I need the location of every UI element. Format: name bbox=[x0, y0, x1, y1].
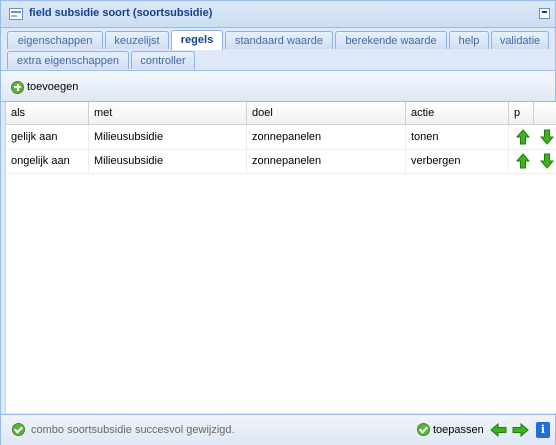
cell-als: ongelijk aan bbox=[6, 149, 89, 173]
tab-eigenschappen[interactable]: eigenschappen bbox=[7, 31, 103, 49]
move-up-icon[interactable] bbox=[515, 153, 531, 169]
move-up-icon[interactable] bbox=[515, 129, 531, 145]
column-header-doel[interactable]: doel bbox=[247, 102, 406, 124]
table-row[interactable]: ongelijk aan Milieusubsidie zonnepanelen… bbox=[6, 149, 556, 174]
add-icon bbox=[11, 80, 24, 94]
apply-button[interactable]: toepassen bbox=[433, 424, 484, 436]
tab-regels[interactable]: regels bbox=[171, 30, 223, 50]
back-icon[interactable] bbox=[490, 422, 507, 438]
tab-keuzelijst[interactable]: keuzelijst bbox=[105, 31, 169, 49]
tab-validatie[interactable]: validatie bbox=[491, 31, 549, 49]
move-down-icon[interactable] bbox=[539, 129, 555, 145]
column-header-als[interactable]: als bbox=[6, 102, 89, 124]
grid-header: als met doel actie p bbox=[6, 102, 556, 125]
status-bar: combo soortsubsidie succesvol gewijzigd.… bbox=[1, 414, 555, 445]
apply-icon[interactable] bbox=[417, 423, 430, 436]
success-icon bbox=[12, 423, 25, 436]
move-down-icon[interactable] bbox=[539, 153, 555, 169]
cell-actie: tonen bbox=[406, 125, 509, 149]
add-button[interactable]: toevoegen bbox=[11, 79, 78, 95]
column-header-actie[interactable]: actie bbox=[406, 102, 509, 124]
cell-met: Milieusubsidie bbox=[89, 149, 247, 173]
table-row[interactable]: gelijk aan Milieusubsidie zonnepanelen t… bbox=[6, 125, 556, 150]
cell-doel: zonnepanelen bbox=[247, 125, 406, 149]
forward-icon[interactable] bbox=[512, 422, 529, 438]
column-header-met[interactable]: met bbox=[89, 102, 247, 124]
rules-grid: als met doel actie p gelijk aan Milieusu… bbox=[5, 102, 556, 413]
cell-als: gelijk aan bbox=[6, 125, 89, 149]
tab-extra-eigenschappen[interactable]: extra eigenschappen bbox=[7, 51, 129, 69]
tab-strip: eigenschappen keuzelijst regels standaar… bbox=[1, 28, 555, 71]
window-icon bbox=[9, 8, 23, 20]
cell-met: Milieusubsidie bbox=[89, 125, 247, 149]
toolbar: toevoegen bbox=[1, 71, 555, 102]
window-title: field subsidie soort (soortsubsidie) bbox=[29, 7, 213, 19]
cell-doel: zonnepanelen bbox=[247, 149, 406, 173]
field-editor-window: field subsidie soort (soortsubsidie) eig… bbox=[0, 0, 556, 445]
title-bar[interactable]: field subsidie soort (soortsubsidie) bbox=[1, 1, 555, 28]
minimize-icon[interactable] bbox=[539, 8, 550, 19]
tab-controller[interactable]: controller bbox=[131, 51, 195, 69]
cell-actie: verbergen bbox=[406, 149, 509, 173]
column-header-p[interactable]: p bbox=[509, 102, 534, 124]
add-button-label: toevoegen bbox=[27, 81, 79, 93]
tab-standaard-waarde[interactable]: standaard waarde bbox=[225, 31, 333, 49]
tab-help[interactable]: help bbox=[449, 31, 489, 49]
info-icon[interactable]: i bbox=[536, 422, 550, 438]
tab-berekende-waarde[interactable]: berekende waarde bbox=[335, 31, 447, 49]
status-message: combo soortsubsidie succesvol gewijzigd. bbox=[31, 424, 235, 436]
